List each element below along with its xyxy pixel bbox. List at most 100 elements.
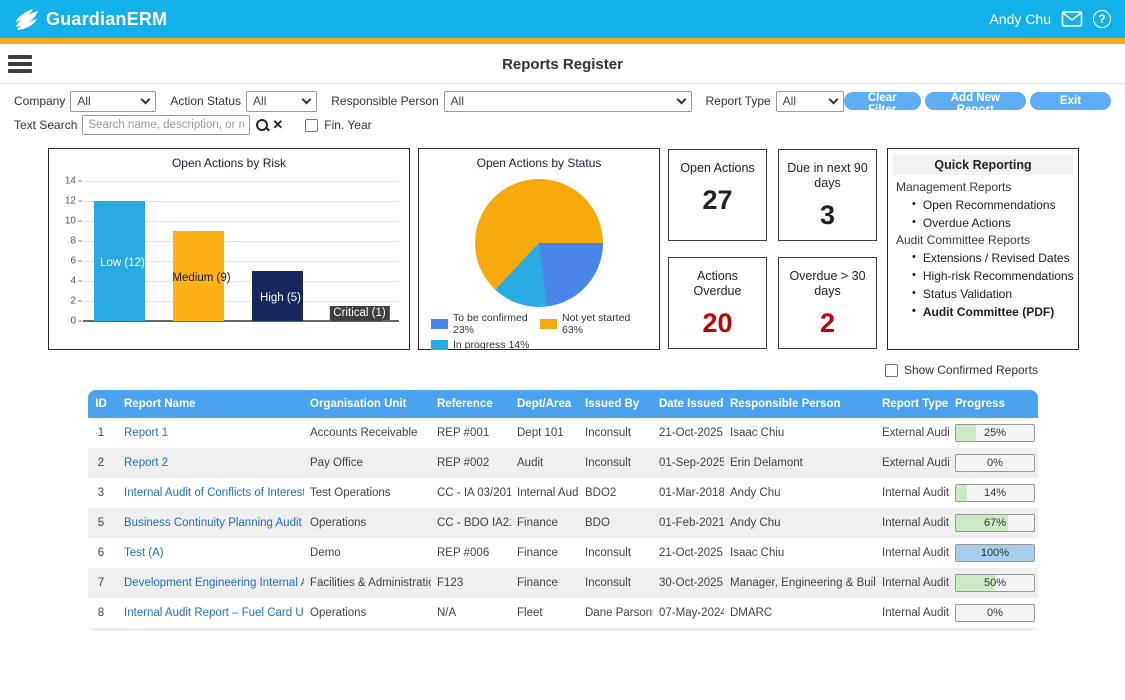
cell-progress: 100% — [949, 538, 1038, 568]
user-name: Andy Chu — [990, 11, 1051, 27]
y-axis-label: 8 — [70, 236, 76, 247]
show-confirmed-label: Show Confirmed Reports — [904, 363, 1038, 377]
cell-reference: REP #002 — [431, 448, 511, 478]
progress-text: 25% — [956, 425, 1034, 441]
chevron-down-icon — [302, 94, 312, 104]
cell-report-name: Internal Audit Report – Fuel Card Usage — [118, 598, 304, 628]
report-link[interactable]: Report 1 — [124, 427, 168, 439]
bullet-icon: • — [912, 198, 916, 212]
quick-reporting-item[interactable]: •Extensions / Revised Dates — [888, 249, 1078, 267]
cell-id: 2 — [88, 448, 118, 478]
search-bar: Text Search ✕ Fin. Year — [14, 114, 1111, 136]
progress-bar: 100% — [955, 544, 1035, 562]
y-axis-label: 10 — [65, 216, 76, 227]
bar-label: High (5) — [260, 292, 301, 304]
cell-dept: Audit — [511, 448, 579, 478]
y-axis-label: 6 — [70, 256, 76, 267]
pie-chart-title: Open Actions by Status — [419, 149, 659, 170]
progress-bar: 0% — [955, 604, 1035, 622]
progress-text: 0% — [956, 605, 1034, 621]
page-header: Reports Register — [0, 44, 1125, 84]
report-link[interactable]: Internal Audit of Conflicts of Interest — [124, 487, 304, 499]
y-axis-tick — [78, 201, 82, 202]
column-header[interactable]: ID — [88, 390, 118, 418]
action-status-select[interactable]: All — [246, 91, 317, 112]
cell-org: Operations — [304, 598, 431, 628]
chevron-down-icon — [828, 94, 838, 104]
column-header[interactable]: Report Type — [876, 390, 949, 418]
bar-slot: High (5) — [241, 181, 320, 321]
stat-label: Open Actions — [669, 161, 766, 176]
cell-report-type: External Audit — [876, 448, 949, 478]
report-type-label: Report Type — [706, 94, 771, 108]
column-header[interactable]: Dept/Area — [511, 390, 579, 418]
column-header[interactable]: Responsible Person — [724, 390, 876, 418]
mail-icon[interactable] — [1061, 10, 1083, 28]
search-input[interactable] — [82, 115, 250, 135]
quick-reporting-item-label: High-risk Recommendations — [923, 269, 1074, 283]
table-row: 3Internal Audit of Conflicts of Interest… — [88, 478, 1038, 508]
quick-reporting-item[interactable]: •Status Validation — [888, 285, 1078, 303]
quick-reporting-item[interactable]: •Overdue Actions — [888, 214, 1078, 232]
report-type-select[interactable]: All — [776, 91, 844, 112]
responsible-person-select[interactable]: All — [444, 91, 692, 112]
y-axis-label: 12 — [65, 196, 76, 207]
cell-dept: Internal Audit — [511, 478, 579, 508]
exit-button[interactable]: Exit — [1030, 92, 1111, 110]
legend-item: In progress 14% — [431, 339, 540, 351]
column-header[interactable]: Issued By — [579, 390, 653, 418]
column-header[interactable]: Organisation Unit — [304, 390, 431, 418]
add-new-report-button[interactable]: Add New Report — [925, 92, 1026, 110]
search-icon[interactable] — [254, 117, 270, 133]
dashboard: Open Actions by Risk 02468101214Low (12)… — [48, 148, 1079, 350]
bar-slot: Low (12) — [83, 181, 162, 321]
chevron-down-icon — [676, 94, 686, 104]
report-link[interactable]: Test (A) — [124, 547, 164, 559]
cell-reference: CC - BDO IA21 — [431, 508, 511, 538]
top-bar: GuardianERM Andy Chu ? — [0, 0, 1125, 38]
column-header[interactable]: Report Name — [118, 390, 304, 418]
cell-date-issued: 01-Sep-2025 — [653, 448, 724, 478]
cell-id: 8 — [88, 598, 118, 628]
show-confirmed-checkbox[interactable] — [885, 364, 898, 377]
reports-table-container: IDReport NameOrganisation UnitReferenceD… — [88, 390, 1038, 631]
clear-filter-button[interactable]: Clear Filter — [844, 92, 921, 110]
table-row: 8 Internal Audit Report – Fuel Card Usage… — [88, 598, 1038, 628]
clear-search-icon[interactable]: ✕ — [272, 117, 283, 133]
cell-org: Facilities & Administration — [304, 568, 431, 598]
column-header[interactable]: Date Issued — [653, 390, 724, 418]
text-search-label: Text Search — [14, 118, 77, 132]
y-axis-tick — [78, 241, 82, 242]
company-select[interactable]: All — [70, 91, 156, 112]
quick-reporting-item[interactable]: •High-risk Recommendations — [888, 267, 1078, 285]
report-link[interactable]: Report 2 — [124, 457, 168, 469]
column-header[interactable]: Progress — [949, 390, 1038, 418]
cell-issued-by: Inconsult — [579, 538, 653, 568]
report-link[interactable]: Business Continuity Planning Audit — [124, 517, 302, 529]
cell-id: 5 — [88, 508, 118, 538]
cell-issued-by: BDO2 — [579, 478, 653, 508]
cell-report-name: Development Engineering Internal Audit — [118, 568, 304, 598]
column-header[interactable]: Reference — [431, 390, 511, 418]
bar-slot: Critical (1) — [320, 181, 399, 321]
cell-reference: F123 — [431, 568, 511, 598]
bullet-icon: • — [912, 216, 916, 230]
report-link[interactable]: Development Engineering Internal Audit — [124, 577, 304, 589]
quick-reporting-item[interactable]: •Audit Committee (PDF) — [888, 303, 1078, 321]
y-axis-label: 14 — [65, 176, 76, 187]
y-axis-tick — [78, 321, 82, 322]
cell-date-issued: 21-Oct-2025 — [653, 418, 724, 448]
legend-swatch — [431, 319, 448, 329]
report-link[interactable]: Internal Audit Report – Fuel Card Usage — [124, 607, 304, 619]
stat-box: Due in next 90 days3 — [778, 149, 877, 241]
bar-label: Critical (1) — [329, 306, 389, 320]
bar-chart-plot: 02468101214Low (12)Medium (9)High (5)Cri… — [83, 181, 399, 321]
fin-year-checkbox[interactable] — [305, 119, 318, 132]
show-confirmed-row: Show Confirmed Reports — [88, 363, 1038, 377]
quick-reporting-item[interactable]: •Open Recommendations — [888, 196, 1078, 214]
progress-bar: 50% — [955, 574, 1035, 592]
cell-report-type: Internal Audit — [876, 478, 949, 508]
progress-text: 50% — [956, 575, 1034, 591]
progress-bar: 14% — [955, 484, 1035, 502]
help-icon[interactable]: ? — [1093, 10, 1111, 28]
